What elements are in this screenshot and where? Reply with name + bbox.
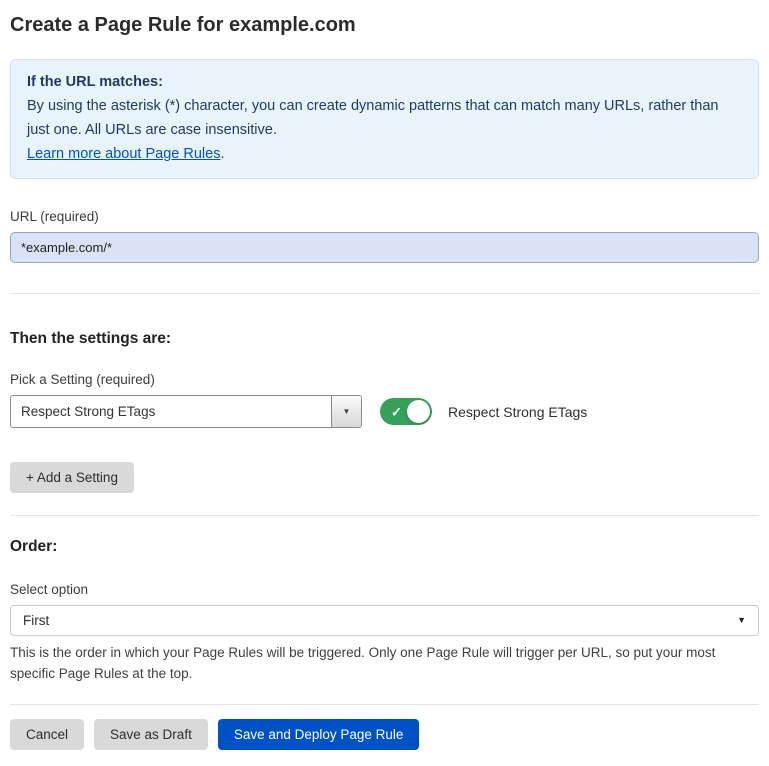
caret-down-icon: ▼ xyxy=(343,408,351,416)
learn-more-link[interactable]: Learn more about Page Rules xyxy=(27,146,220,162)
info-box-description: By using the asterisk (*) character, you… xyxy=(27,94,742,142)
add-setting-button[interactable]: + Add a Setting xyxy=(10,462,134,493)
order-select-value: First xyxy=(23,613,49,628)
form-actions: Cancel Save as Draft Save and Deploy Pag… xyxy=(10,719,759,750)
save-deploy-button[interactable]: Save and Deploy Page Rule xyxy=(218,719,420,750)
order-select[interactable]: First ▼ xyxy=(10,605,759,636)
create-page-rule-form: Create a Page Rule for example.com If th… xyxy=(0,0,769,766)
toggle-label: Respect Strong ETags xyxy=(448,404,587,420)
order-help-text: This is the order in which your Page Rul… xyxy=(10,642,759,684)
url-match-info-box: If the URL matches: By using the asteris… xyxy=(10,59,759,179)
select-option-label: Select option xyxy=(10,582,759,597)
cancel-button[interactable]: Cancel xyxy=(10,719,84,750)
save-draft-button[interactable]: Save as Draft xyxy=(94,719,208,750)
pick-setting-label: Pick a Setting (required) xyxy=(10,372,759,387)
url-input[interactable] xyxy=(10,232,759,263)
page-title: Create a Page Rule for example.com xyxy=(10,14,759,37)
divider xyxy=(10,704,759,705)
divider xyxy=(10,293,759,294)
setting-dropdown-arrow-button[interactable]: ▼ xyxy=(331,396,361,427)
chevron-down-icon: ▼ xyxy=(737,616,746,625)
settings-section-heading: Then the settings are: xyxy=(10,330,759,348)
toggle-knob xyxy=(407,400,430,423)
link-suffix-text: . xyxy=(220,146,224,162)
check-icon: ✓ xyxy=(391,405,402,418)
setting-dropdown-value: Respect Strong ETags xyxy=(11,396,331,427)
info-box-link-line: Learn more about Page Rules. xyxy=(27,142,742,166)
divider xyxy=(10,515,759,516)
setting-row: Respect Strong ETags ▼ ✓ Respect Strong … xyxy=(10,395,759,428)
order-section-heading: Order: xyxy=(10,538,759,556)
setting-dropdown[interactable]: Respect Strong ETags ▼ xyxy=(10,395,362,428)
url-label: URL (required) xyxy=(10,209,759,224)
respect-strong-etags-toggle[interactable]: ✓ xyxy=(380,398,432,425)
info-box-heading: If the URL matches: xyxy=(27,70,742,94)
